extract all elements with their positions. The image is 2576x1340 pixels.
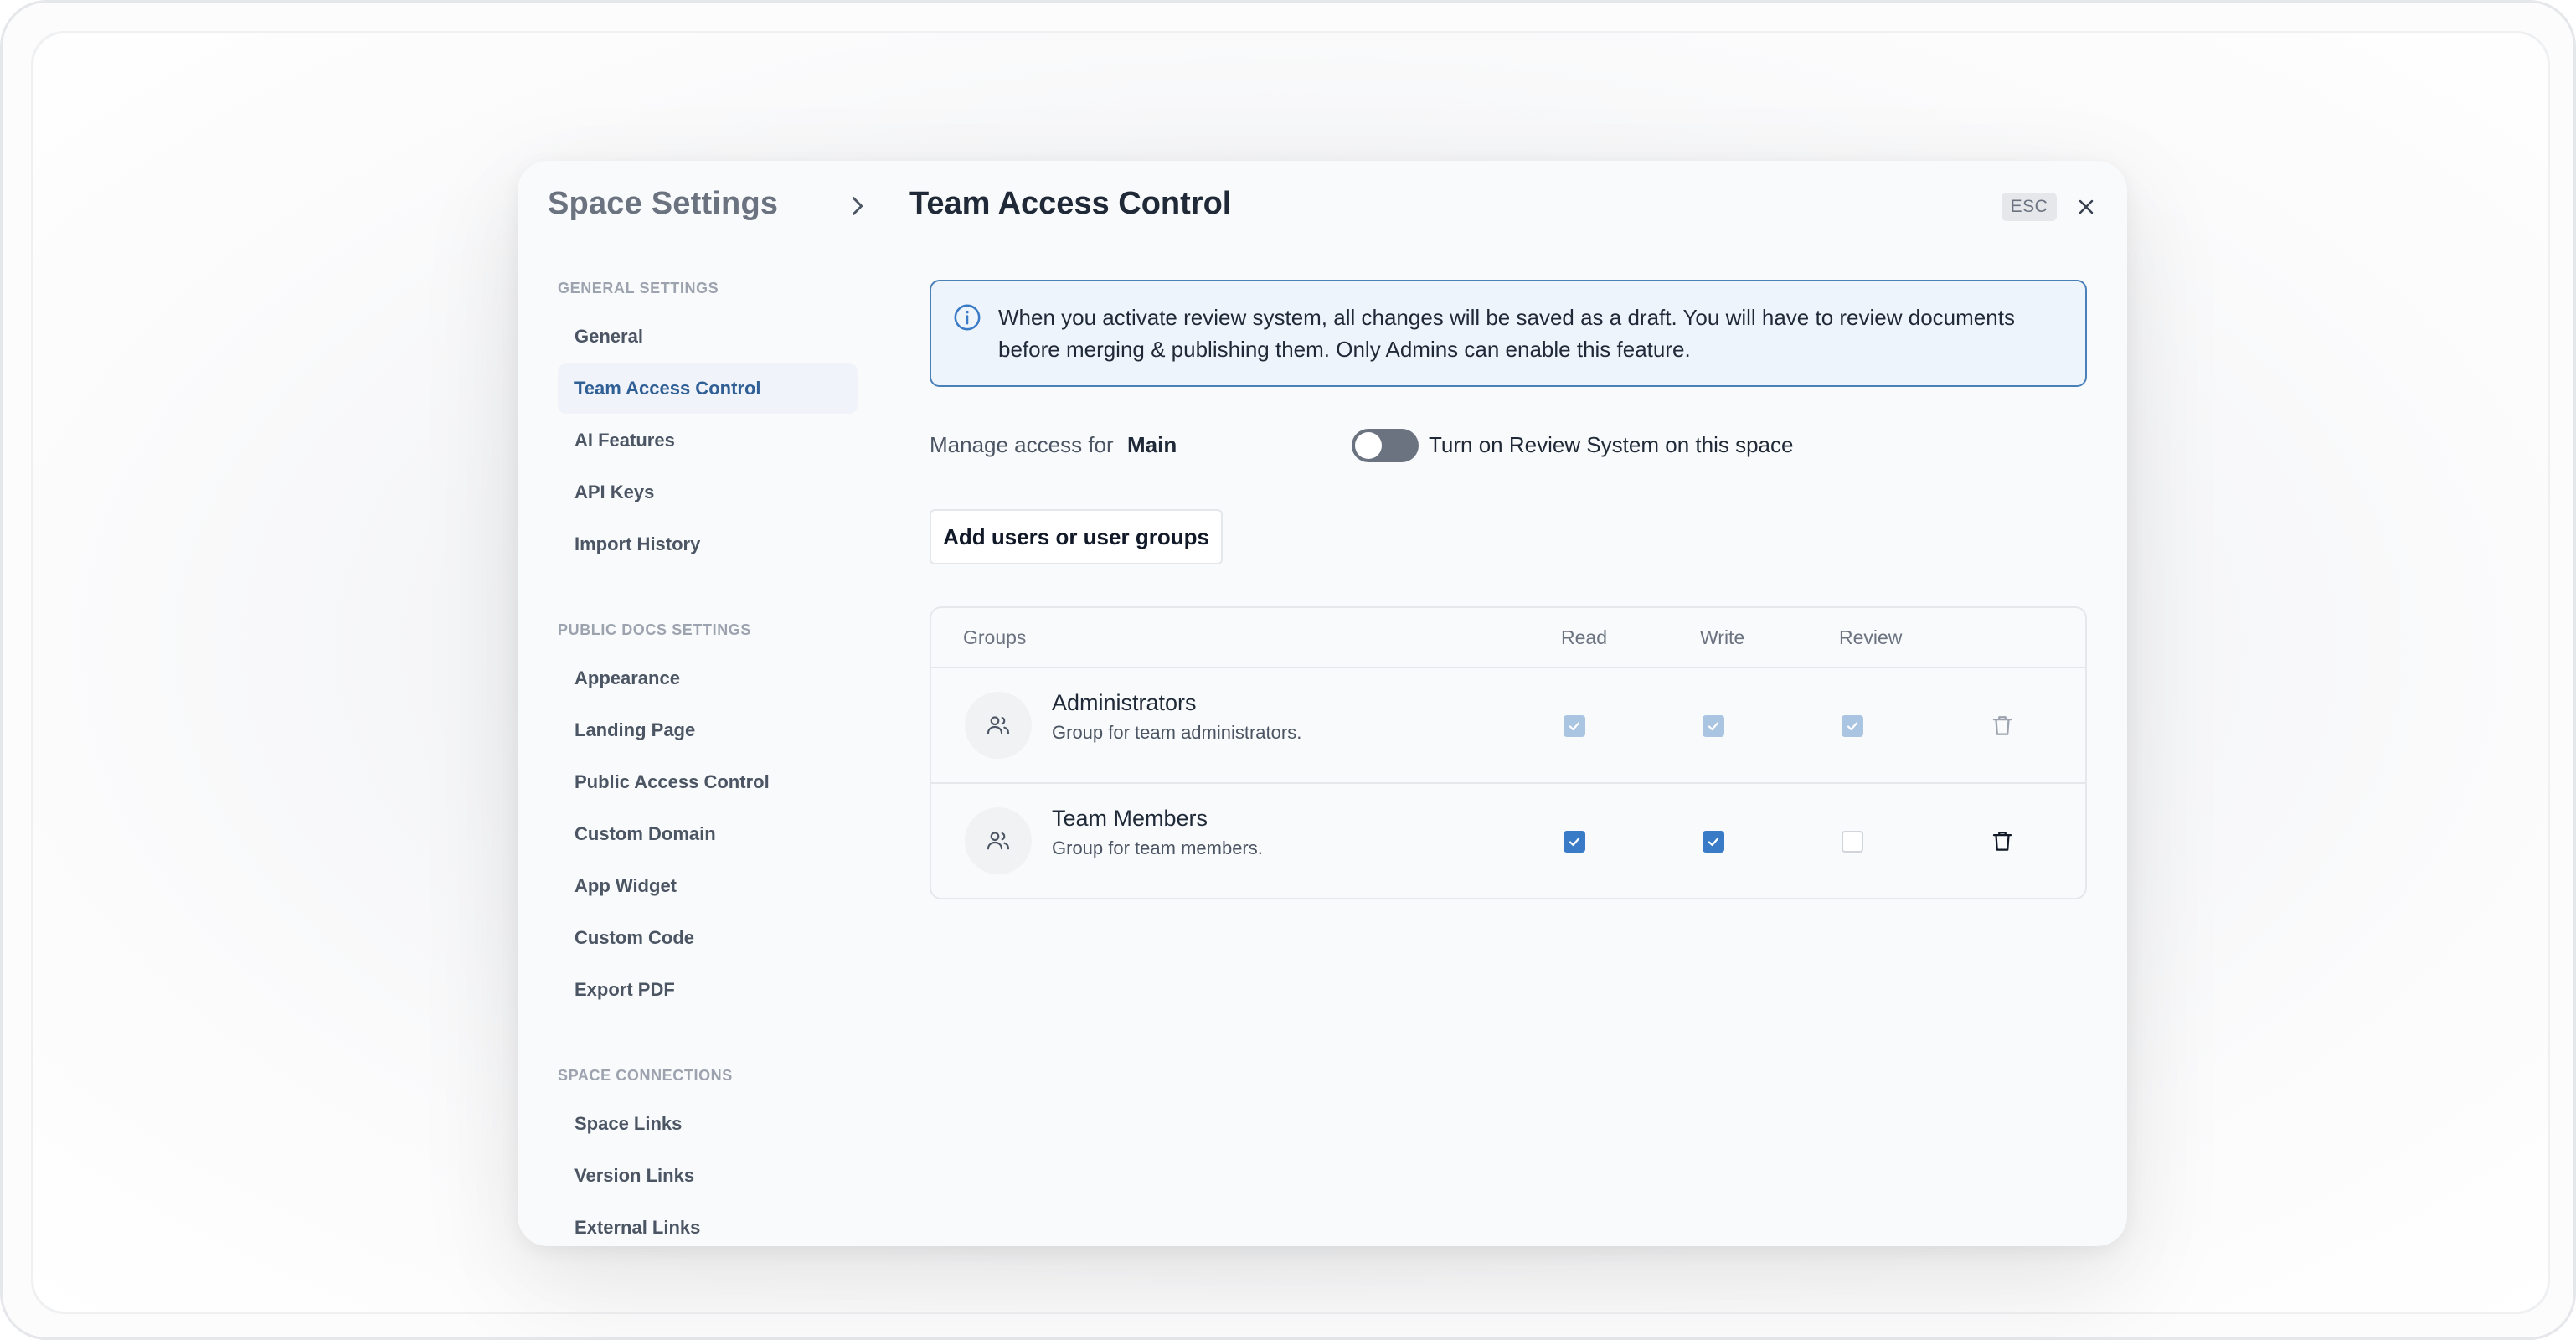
sidebar-item-api-keys[interactable]: API Keys [558, 467, 858, 518]
sidebar-item-landing-page[interactable]: Landing Page [558, 705, 858, 755]
write-checkbox[interactable] [1703, 831, 1724, 853]
write-checkbox [1703, 715, 1724, 737]
sidebar-item-import-history[interactable]: Import History [558, 519, 858, 570]
sidebar-item-custom-code[interactable]: Custom Code [558, 913, 858, 963]
group-avatar [965, 692, 1032, 759]
header-divider [931, 667, 2085, 668]
toggle-knob [1355, 432, 1382, 459]
column-header-write: Write [1700, 626, 1745, 648]
review-checkbox [1842, 715, 1863, 737]
section-heading-space-connections: SPACE CONNECTIONS [558, 1067, 733, 1084]
review-info-banner: When you activate review system, all cha… [930, 280, 2087, 387]
sidebar-item-custom-domain[interactable]: Custom Domain [558, 809, 858, 859]
page-title: Team Access Control [909, 186, 1232, 221]
sidebar-item-public-access-control[interactable]: Public Access Control [558, 757, 858, 807]
info-banner-line-1: When you activate review system, all cha… [998, 305, 2015, 330]
esc-hint-badge: ESC [2002, 193, 2057, 221]
close-icon [2079, 199, 2094, 214]
row-divider [931, 782, 2085, 784]
review-system-toggle[interactable] [1352, 429, 1419, 462]
sidebar-item-team-access-control[interactable]: Team Access Control [558, 363, 858, 414]
column-header-review: Review [1839, 626, 1903, 648]
review-checkbox[interactable] [1842, 831, 1863, 853]
check-icon [1708, 838, 1719, 847]
sidebar-item-space-links[interactable]: Space Links [558, 1099, 858, 1149]
check-icon [1708, 722, 1719, 731]
check-icon [1847, 722, 1858, 731]
screen-frame: Space Settings Team Access Control ESC G… [0, 0, 2576, 1340]
sidebar-item-appearance[interactable]: Appearance [558, 653, 858, 704]
close-button[interactable] [2074, 194, 2099, 219]
info-banner-line-2: before merging & publishing them. Only A… [998, 337, 1691, 362]
group-description: Group for team members. [1052, 838, 1263, 858]
column-header-groups: Groups [963, 626, 1027, 648]
add-users-button[interactable]: Add users or user groups [930, 509, 1223, 564]
group-name: Administrators [1052, 690, 1197, 715]
column-header-read: Read [1561, 626, 1607, 648]
sidebar-item-app-widget[interactable]: App Widget [558, 861, 858, 911]
sidebar-item-external-links[interactable]: External Links [558, 1203, 858, 1246]
sidebar-item-version-links[interactable]: Version Links [558, 1151, 858, 1201]
check-icon [1569, 838, 1580, 847]
groups-table: Groups Read Write Review Administrators … [930, 606, 2087, 899]
info-icon [954, 304, 981, 331]
sidebar-item-ai-features[interactable]: AI Features [558, 415, 858, 466]
settings-sidebar: GENERAL SETTINGS General Team Access Con… [518, 161, 869, 1246]
sidebar-item-export-pdf[interactable]: Export PDF [558, 965, 858, 1015]
section-heading-public-docs-settings: PUBLIC DOCS SETTINGS [558, 621, 752, 638]
settings-modal: Space Settings Team Access Control ESC G… [518, 161, 2127, 1246]
manage-access-space-name: Main [1127, 432, 1177, 457]
trash-icon[interactable] [1990, 827, 2015, 854]
section-heading-general-settings: GENERAL SETTINGS [558, 280, 719, 296]
trash-icon [1992, 716, 2012, 735]
group-avatar [965, 807, 1032, 874]
review-system-toggle-label: Turn on Review System on this space [1429, 432, 1794, 457]
read-checkbox [1564, 715, 1585, 737]
manage-access-label: Manage access for [930, 432, 1114, 457]
group-description: Group for team administrators. [1052, 722, 1302, 743]
check-icon [1569, 722, 1580, 731]
group-name: Team Members [1052, 806, 1208, 831]
screen-inner: Space Settings Team Access Control ESC G… [31, 31, 2550, 1314]
sidebar-item-general[interactable]: General [558, 312, 858, 362]
read-checkbox[interactable] [1564, 831, 1585, 853]
info-banner-text: When you activate review system, all cha… [998, 302, 2070, 365]
users-icon [987, 716, 1010, 734]
users-icon [987, 832, 1010, 850]
